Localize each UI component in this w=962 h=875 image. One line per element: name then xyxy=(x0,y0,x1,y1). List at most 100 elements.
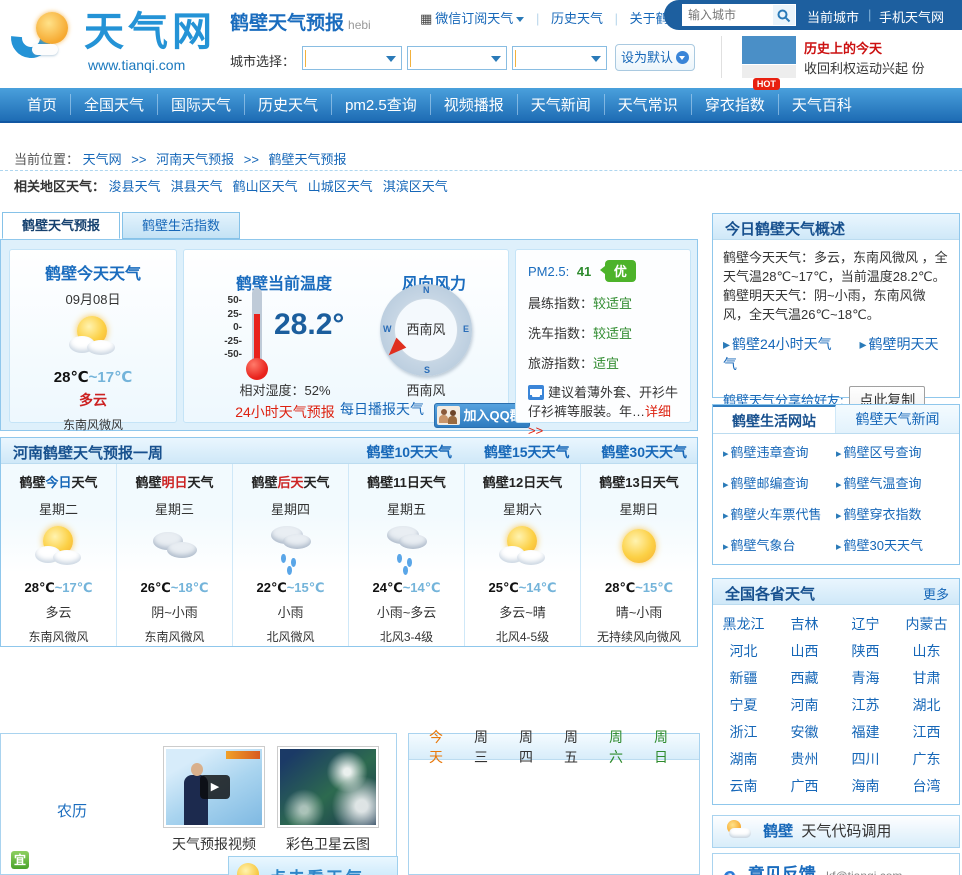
province-link[interactable]: 山西 xyxy=(774,638,835,665)
breadcrumb-link-province[interactable]: 河南天气预报 xyxy=(156,152,234,167)
nav-international[interactable]: 国际天气 xyxy=(158,94,245,115)
tab-sat[interactable]: 周六 xyxy=(609,727,631,767)
province-link[interactable]: 海南 xyxy=(835,773,896,800)
video-label[interactable]: 天气预报视频 xyxy=(162,834,266,854)
related-area-link[interactable]: 鹤山区天气 xyxy=(233,179,298,194)
forecast-day-column[interactable]: 鹤壁13日天气 星期日 28℃~15℃ 晴~小雨 无持续风向微风 xyxy=(581,464,697,646)
province-link[interactable]: 河南 xyxy=(774,692,835,719)
code-city-link[interactable]: 鹤壁 xyxy=(763,823,793,840)
province-link[interactable]: 甘肃 xyxy=(896,665,957,692)
province-link[interactable]: 黑龙江 xyxy=(713,611,774,638)
nav-knowledge[interactable]: 天气常识 xyxy=(605,94,692,115)
forecast-day-column[interactable]: 鹤壁12日天气 星期六 25℃~14℃ 多云~晴 北风4-5级 xyxy=(465,464,581,646)
life-link[interactable]: 鹤壁气象台 xyxy=(723,535,836,554)
forecast-day-column[interactable]: 鹤壁11日天气 星期五 24℃~14℃ 小雨~多云 北风3-4级 xyxy=(349,464,465,646)
province-link[interactable]: 四川 xyxy=(835,746,896,773)
weather-banner[interactable]: 点击看天气 xyxy=(228,856,398,875)
related-area-link[interactable]: 浚县天气 xyxy=(109,179,161,194)
life-link[interactable]: 鹤壁区号查询 xyxy=(836,442,949,461)
tab-life-index[interactable]: 鹤壁生活指数 xyxy=(122,212,240,239)
tab-weather-news[interactable]: 鹤壁天气新闻 xyxy=(836,405,959,433)
wechat-subscribe-link[interactable]: 微信订阅天气 xyxy=(435,11,513,26)
more-link[interactable]: 更多 xyxy=(923,584,949,603)
province-link[interactable]: 新疆 xyxy=(713,665,774,692)
province-link[interactable]: 陕西 xyxy=(835,638,896,665)
tab-thu[interactable]: 周四 xyxy=(519,727,541,767)
province-link[interactable]: 西藏 xyxy=(774,665,835,692)
breadcrumb-link-home[interactable]: 天气网 xyxy=(83,152,122,167)
history-today-thumbnail[interactable] xyxy=(742,36,796,64)
history-today-entry[interactable]: 收回利权运动兴起 份 xyxy=(804,58,925,77)
search-button[interactable] xyxy=(772,4,796,26)
city-select[interactable] xyxy=(407,46,507,70)
forecast-video-thumbnail[interactable]: ▶ xyxy=(163,746,265,828)
life-link[interactable]: 鹤壁火车票代售 xyxy=(723,504,836,523)
province-link[interactable]: 青海 xyxy=(835,665,896,692)
hourly-link[interactable]: 鹤壁24小时天气 xyxy=(732,336,832,352)
forecast-day-column[interactable]: 鹤壁后天天气 星期四 22℃~15℃ 小雨 北风微风 xyxy=(233,464,349,646)
current-city-link[interactable]: 当前城市 xyxy=(807,7,859,26)
tab-today[interactable]: 今天 xyxy=(429,727,451,767)
province-link[interactable]: 云南 xyxy=(713,773,774,800)
tab-sun[interactable]: 周日 xyxy=(654,727,676,767)
life-link[interactable]: 鹤壁邮编查询 xyxy=(723,473,836,492)
pm25-level-badge: 优 xyxy=(605,260,636,282)
province-link[interactable]: 河北 xyxy=(713,638,774,665)
nav-encyclopedia[interactable]: 天气百科 xyxy=(779,94,865,115)
nav-pm25[interactable]: pm2.5查询 xyxy=(332,94,431,115)
search-input[interactable] xyxy=(682,4,772,26)
province-link[interactable]: 江西 xyxy=(896,719,957,746)
satellite-label[interactable]: 彩色卫星云图 xyxy=(276,834,380,854)
set-default-button[interactable]: 设为默认 xyxy=(615,44,695,71)
forecast-30day-link[interactable]: 鹤壁30天天气 xyxy=(601,444,687,460)
forecast-day-column[interactable]: 鹤壁今日天气 星期二 28℃~17℃ 多云 东南风微风 xyxy=(1,464,117,646)
history-today-title[interactable]: 历史上的今天 xyxy=(804,38,882,57)
province-link[interactable]: 辽宁 xyxy=(835,611,896,638)
tab-life-sites[interactable]: 鹤壁生活网站 xyxy=(713,405,836,433)
province-link[interactable]: 吉林 xyxy=(774,611,835,638)
forecast-day-column[interactable]: 鹤壁明日天气 星期三 26℃~18℃ 阴~小雨 东南风微风 xyxy=(117,464,233,646)
related-area-link[interactable]: 淇滨区天气 xyxy=(383,179,448,194)
province-link[interactable]: 浙江 xyxy=(713,719,774,746)
life-link[interactable]: 鹤壁违章查询 xyxy=(723,442,836,461)
province-link[interactable]: 安徽 xyxy=(774,719,835,746)
province-link[interactable]: 广西 xyxy=(774,773,835,800)
mobile-site-link[interactable]: 手机天气网 xyxy=(879,7,944,26)
district-select[interactable] xyxy=(512,46,607,70)
tab-fri[interactable]: 周五 xyxy=(564,727,586,767)
province-link[interactable]: 台湾 xyxy=(896,773,957,800)
history-weather-link[interactable]: 历史天气 xyxy=(551,11,603,26)
province-link[interactable]: 湖北 xyxy=(896,692,957,719)
life-link[interactable]: 鹤壁气温查询 xyxy=(836,473,949,492)
nav-dressing-index[interactable]: 穿衣指数HOT xyxy=(692,94,779,115)
tab-wed[interactable]: 周三 xyxy=(474,727,496,767)
province-select[interactable] xyxy=(302,46,402,70)
play-icon[interactable]: ▶ xyxy=(200,775,230,799)
nav-national[interactable]: 全国天气 xyxy=(71,94,158,115)
forecast-15day-link[interactable]: 鹤壁15天天气 xyxy=(484,444,570,460)
province-link[interactable]: 贵州 xyxy=(774,746,835,773)
province-link[interactable]: 福建 xyxy=(835,719,896,746)
daily-broadcast-link[interactable]: 每日播报天气 xyxy=(340,401,424,417)
tab-forecast[interactable]: 鹤壁天气预报 xyxy=(2,212,120,239)
site-logo[interactable]: 天气网 www.tianqi.com xyxy=(10,10,220,78)
nav-home[interactable]: 首页 xyxy=(14,94,71,115)
life-link[interactable]: 鹤壁穿衣指数 xyxy=(836,504,949,523)
breadcrumb-link-city[interactable]: 鹤壁天气预报 xyxy=(269,152,347,167)
province-link[interactable]: 山东 xyxy=(896,638,957,665)
related-area-link[interactable]: 山城区天气 xyxy=(308,179,373,194)
feedback-link[interactable]: 意见反馈 xyxy=(748,865,816,875)
province-link[interactable]: 内蒙古 xyxy=(896,611,957,638)
nav-video[interactable]: 视频播报 xyxy=(431,94,518,115)
nav-news[interactable]: 天气新闻 xyxy=(518,94,605,115)
forecast-10day-link[interactable]: 鹤壁10天天气 xyxy=(366,444,452,460)
province-link[interactable]: 宁夏 xyxy=(713,692,774,719)
life-link[interactable]: 鹤壁30天天气 xyxy=(836,535,949,554)
lunar-calendar-link[interactable]: 农历 xyxy=(57,800,87,821)
satellite-image-thumbnail[interactable] xyxy=(277,746,379,828)
province-link[interactable]: 广东 xyxy=(896,746,957,773)
nav-history[interactable]: 历史天气 xyxy=(245,94,332,115)
province-link[interactable]: 湖南 xyxy=(713,746,774,773)
province-link[interactable]: 江苏 xyxy=(835,692,896,719)
related-area-link[interactable]: 淇县天气 xyxy=(171,179,223,194)
